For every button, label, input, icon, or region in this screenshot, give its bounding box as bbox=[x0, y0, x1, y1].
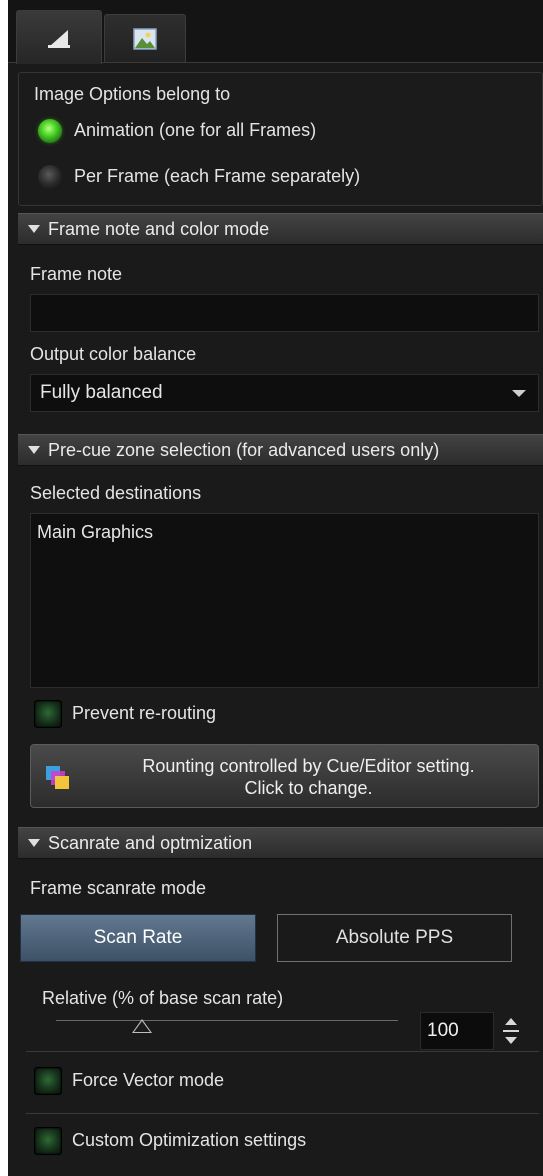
collapse-triangle-icon bbox=[28, 225, 40, 233]
tab-line-settings[interactable] bbox=[16, 10, 102, 64]
prevent-rerouting-label[interactable]: Prevent re-routing bbox=[72, 703, 216, 724]
section-title: Scanrate and optmization bbox=[48, 832, 253, 853]
force-vector-checkbox[interactable] bbox=[34, 1067, 62, 1095]
frame-note-label: Frame note bbox=[30, 264, 123, 284]
relative-scanrate-label: Relative (% of base scan rate) bbox=[42, 988, 284, 1008]
absolute-pps-toggle[interactable]: Absolute PPS bbox=[277, 914, 512, 962]
relative-scanrate-value: 100 bbox=[427, 1020, 459, 1041]
collapse-triangle-icon bbox=[28, 839, 40, 847]
collapse-triangle-icon bbox=[28, 446, 40, 454]
force-vector-label[interactable]: Force Vector mode bbox=[72, 1070, 224, 1091]
relative-scanrate-input[interactable]: 100 bbox=[420, 1012, 494, 1050]
color-balance-label: Output color balance bbox=[30, 344, 197, 364]
image-icon bbox=[133, 27, 157, 50]
dropdown-arrow-icon bbox=[512, 390, 526, 397]
tab-strip bbox=[8, 0, 543, 64]
scan-rate-toggle[interactable]: Scan Rate bbox=[20, 914, 256, 962]
relative-scanrate-slider-thumb[interactable] bbox=[132, 1019, 152, 1033]
color-balance-dropdown[interactable]: Fully balanced bbox=[30, 374, 539, 412]
divider bbox=[26, 1113, 539, 1114]
scanrate-mode-label: Frame scanrate mode bbox=[30, 878, 207, 898]
radio-animation-label[interactable]: Animation (one for all Frames) bbox=[74, 120, 316, 141]
line-tool-icon bbox=[48, 29, 70, 48]
section-header-frame-note[interactable]: Frame note and color mode bbox=[18, 213, 543, 245]
radio-per-frame-label[interactable]: Per Frame (each Frame separately) bbox=[74, 166, 360, 187]
color-balance-value: Fully balanced bbox=[40, 382, 163, 403]
tab-image-settings[interactable] bbox=[104, 14, 186, 62]
custom-optimization-checkbox[interactable] bbox=[34, 1127, 62, 1155]
frame-note-input[interactable] bbox=[30, 294, 539, 332]
spinner-divider bbox=[503, 1030, 519, 1032]
custom-optimization-label[interactable]: Custom Optimization settings bbox=[72, 1130, 306, 1151]
destinations-label: Selected destinations bbox=[30, 483, 202, 503]
routing-button-line1: Rounting controlled by Cue/Editor settin… bbox=[142, 756, 475, 776]
routing-button-text: Rounting controlled by Cue/Editor settin… bbox=[85, 755, 532, 799]
list-item[interactable]: Main Graphics bbox=[37, 522, 153, 543]
routing-button-line2: Click to change. bbox=[244, 778, 373, 798]
radio-per-frame[interactable] bbox=[38, 165, 62, 189]
destinations-list[interactable]: Main Graphics bbox=[30, 513, 539, 688]
section-title: Pre-cue zone selection (for advanced use… bbox=[48, 439, 440, 460]
routing-icon bbox=[46, 766, 69, 789]
spinner-down-icon[interactable] bbox=[505, 1037, 517, 1044]
spinner-up-icon[interactable] bbox=[505, 1018, 517, 1025]
image-options-heading: Image Options belong to bbox=[34, 84, 231, 104]
routing-button[interactable]: Rounting controlled by Cue/Editor settin… bbox=[30, 744, 539, 808]
radio-animation[interactable] bbox=[38, 119, 62, 143]
prevent-rerouting-checkbox[interactable] bbox=[34, 700, 62, 728]
section-header-precue[interactable]: Pre-cue zone selection (for advanced use… bbox=[18, 434, 543, 466]
divider bbox=[26, 1051, 539, 1052]
spinner-icon[interactable] bbox=[496, 1012, 526, 1050]
section-header-scanrate[interactable]: Scanrate and optmization bbox=[18, 827, 543, 859]
properties-panel: Image Options belong to Animation (one f… bbox=[8, 0, 543, 1176]
section-title: Frame note and color mode bbox=[48, 218, 270, 239]
relative-scanrate-slider-track[interactable] bbox=[56, 1020, 398, 1021]
